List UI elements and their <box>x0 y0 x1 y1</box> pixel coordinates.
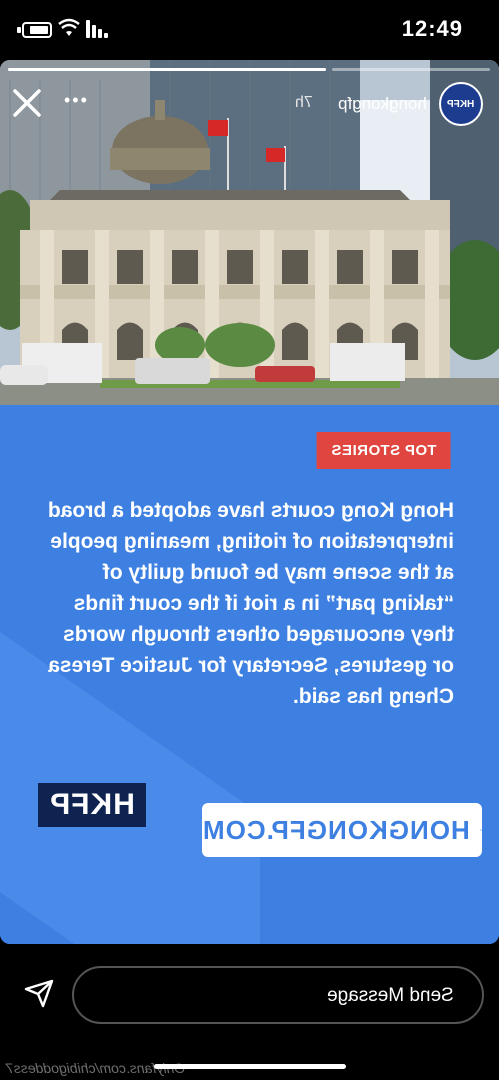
home-indicator[interactable] <box>154 1064 346 1069</box>
status-time: 12:49 <box>401 16 463 41</box>
story-time-ago: 7h <box>295 94 313 111</box>
story-card[interactable]: ••• 7h hongkongfp HKFP TOP STORIES Hong … <box>0 60 499 944</box>
link-sticker-label: HONGKONGFP.COM <box>202 814 470 845</box>
top-stories-tag: TOP STORIES <box>317 432 451 469</box>
story-username[interactable]: hongkongfp <box>338 94 427 114</box>
close-icon[interactable] <box>10 86 44 120</box>
link-sticker-button[interactable]: HONGKONGFP.COM <box>202 803 482 857</box>
send-message-placeholder: Send Message <box>327 985 454 1006</box>
more-icon[interactable]: ••• <box>64 90 92 110</box>
story-photo: ••• 7h hongkongfp HKFP <box>0 60 499 405</box>
story-progress-1-fill <box>8 68 326 71</box>
avatar[interactable]: HKFP <box>439 82 483 126</box>
story-progress-2 <box>332 68 490 71</box>
battery-nub <box>17 27 21 33</box>
instagram-story-screen: 12:49 ••• 7h hongkongfp HKFP TOP STORIES… <box>0 0 499 1080</box>
signal-icon <box>86 20 108 38</box>
avatar-text: HKFP <box>447 98 475 110</box>
send-message-input[interactable]: Send Message <box>72 966 484 1024</box>
link-icon <box>479 829 482 831</box>
status-bar: 12:49 <box>0 0 499 60</box>
battery-icon <box>22 22 52 38</box>
wifi-icon <box>58 18 80 36</box>
story-progress-1 <box>8 68 326 71</box>
story-body-text: Hong Kong courts have adopted a broad in… <box>47 499 454 708</box>
hkfp-logo-badge: HKFP <box>38 783 146 827</box>
send-icon[interactable] <box>24 978 54 1008</box>
story-content-panel: TOP STORIES Hong Kong courts have adopte… <box>0 405 499 944</box>
